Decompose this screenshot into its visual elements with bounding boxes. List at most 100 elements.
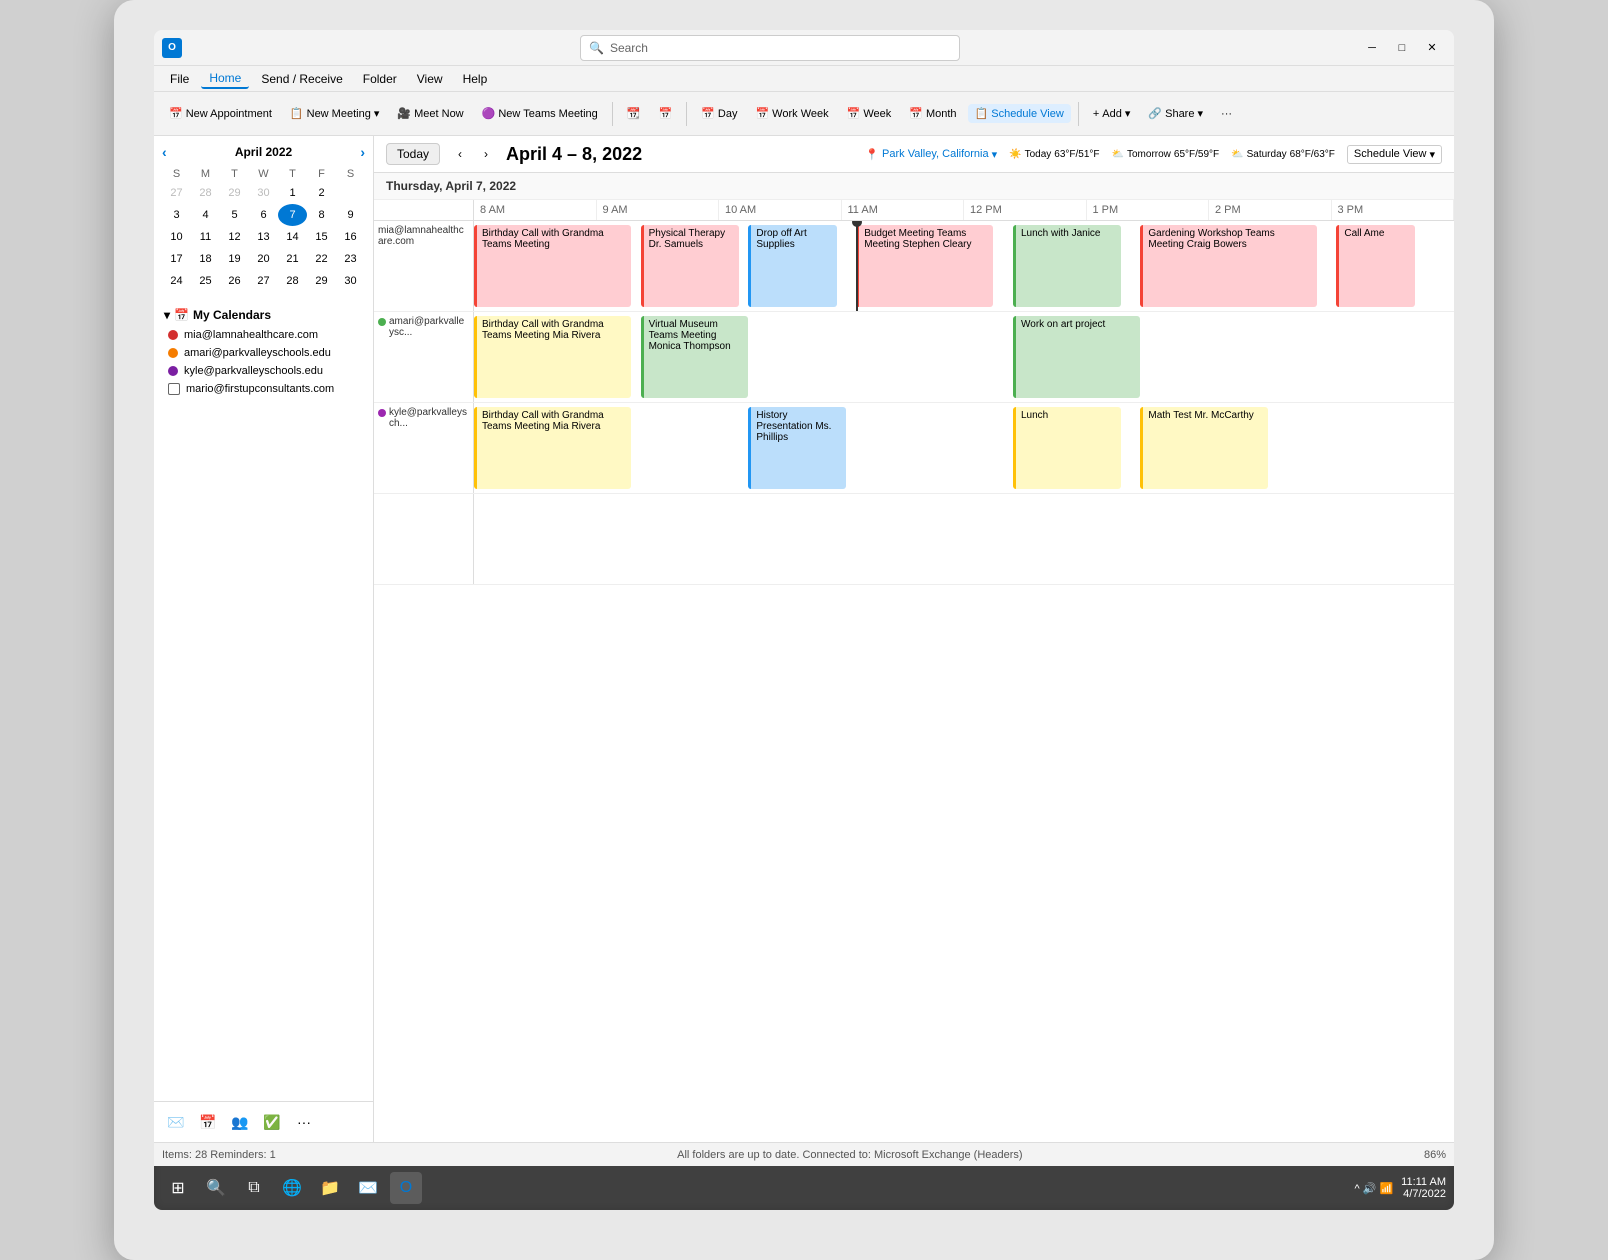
mini-cal-day[interactable]: 21: [278, 248, 307, 270]
menu-home[interactable]: Home: [201, 69, 249, 89]
nav-more-button[interactable]: ···: [290, 1108, 318, 1136]
mini-cal-day[interactable]: 1: [278, 182, 307, 204]
mini-cal-day[interactable]: 18: [191, 248, 220, 270]
edge-button[interactable]: 🌐: [276, 1172, 308, 1204]
my-calendars-header[interactable]: ▾ 📅 My Calendars: [162, 304, 365, 326]
mini-cal-day[interactable]: 5: [220, 204, 249, 226]
mail-taskbar-button[interactable]: ✉️: [352, 1172, 384, 1204]
meet-now-button[interactable]: 🎥 Meet Now: [390, 104, 470, 123]
event-block[interactable]: Birthday Call with Grandma Teams Meeting…: [474, 316, 631, 398]
share-button[interactable]: 🔗 Share ▾: [1141, 104, 1210, 123]
mini-cal-day[interactable]: 28: [191, 182, 220, 204]
mini-cal-day[interactable]: 8: [307, 204, 336, 226]
mini-cal-day[interactable]: 15: [307, 226, 336, 248]
mini-cal-day[interactable]: 7: [278, 204, 307, 226]
mini-cal-day[interactable]: 27: [162, 182, 191, 204]
minimize-button[interactable]: ─: [1358, 37, 1386, 59]
calendar-checkbox[interactable]: [168, 383, 180, 395]
event-block[interactable]: Drop off Art Supplies: [748, 225, 836, 307]
event-block[interactable]: Math Test Mr. McCarthy: [1140, 407, 1267, 489]
mini-cal-day[interactable]: 28: [278, 270, 307, 292]
calendar-item[interactable]: amari@parkvalleyschools.edu: [162, 344, 365, 362]
calendar-item[interactable]: mia@lamnahealthcare.com: [162, 326, 365, 344]
event-block[interactable]: History Presentation Ms. Phillips: [748, 407, 846, 489]
mini-cal-day[interactable]: 29: [307, 270, 336, 292]
mini-cal-day[interactable]: 10: [162, 226, 191, 248]
day-view-button[interactable]: 📅 Day: [694, 104, 744, 123]
mini-cal-day[interactable]: 25: [191, 270, 220, 292]
mini-cal-day[interactable]: 2: [307, 182, 336, 204]
file-explorer-button[interactable]: 📁: [314, 1172, 346, 1204]
new-appointment-button[interactable]: 📅 New Appointment: [162, 104, 279, 123]
event-block[interactable]: Gardening Workshop Teams Meeting Craig B…: [1140, 225, 1316, 307]
maximize-button[interactable]: □: [1388, 37, 1416, 59]
search-taskbar-button[interactable]: 🔍: [200, 1172, 232, 1204]
mini-cal-day[interactable]: 30: [249, 182, 278, 204]
event-block[interactable]: Lunch with Janice: [1013, 225, 1121, 307]
outlook-taskbar-button[interactable]: O: [390, 1172, 422, 1204]
event-block[interactable]: Virtual Museum Teams Meeting Monica Thom…: [641, 316, 749, 398]
event-block[interactable]: Physical Therapy Dr. Samuels: [641, 225, 739, 307]
start-button[interactable]: ⊞: [162, 1172, 194, 1204]
prev-period-button[interactable]: ‹: [448, 142, 472, 166]
mini-cal-day[interactable]: 22: [307, 248, 336, 270]
outlook-app-icon: O: [162, 38, 182, 58]
mini-cal-day[interactable]: 24: [162, 270, 191, 292]
event-block[interactable]: Lunch: [1013, 407, 1121, 489]
more-options-button[interactable]: ···: [1214, 105, 1239, 123]
menu-help[interactable]: Help: [455, 70, 496, 88]
mini-cal-day[interactable]: 3: [162, 204, 191, 226]
today-button[interactable]: Today: [386, 143, 440, 165]
mini-cal-day[interactable]: 26: [220, 270, 249, 292]
schedule-view-button[interactable]: 📋 Schedule View: [968, 104, 1071, 123]
mini-cal-day[interactable]: 16: [336, 226, 365, 248]
mini-cal-day[interactable]: 23: [336, 248, 365, 270]
event-block[interactable]: Work on art project: [1013, 316, 1140, 398]
open-calendar-button[interactable]: 📆: [620, 104, 648, 123]
nav-calendar-button[interactable]: 📅: [194, 1108, 222, 1136]
mini-cal-prev[interactable]: ‹: [162, 144, 167, 160]
location-button[interactable]: 📍 Park Valley, California ▾: [865, 148, 997, 161]
mini-cal-day[interactable]: 4: [191, 204, 220, 226]
event-block[interactable]: Call Ame: [1336, 225, 1414, 307]
mini-cal-next[interactable]: ›: [360, 144, 365, 160]
schedule-view-dropdown[interactable]: Schedule View ▾: [1347, 145, 1442, 164]
event-block[interactable]: Birthday Call with Grandma Teams Meeting: [474, 225, 631, 307]
weekday-t2: T: [278, 166, 307, 182]
menu-file[interactable]: File: [162, 70, 197, 88]
mini-cal-day[interactable]: 12: [220, 226, 249, 248]
nav-people-button[interactable]: 👥: [226, 1108, 254, 1136]
mini-cal-day[interactable]: 30: [336, 270, 365, 292]
menu-view[interactable]: View: [409, 70, 451, 88]
mini-cal-day[interactable]: 11: [191, 226, 220, 248]
month-button[interactable]: 📅 Month: [902, 104, 963, 123]
schedule-view[interactable]: Thursday, April 7, 2022 8 AM9 AM10 AM11 …: [374, 173, 1454, 1142]
work-week-button[interactable]: 📅 Work Week: [748, 104, 835, 123]
calendar-item[interactable]: kyle@parkvalleyschools.edu: [162, 362, 365, 380]
open-calendar2-button[interactable]: 📅: [652, 104, 680, 123]
nav-tasks-button[interactable]: ✅: [258, 1108, 286, 1136]
calendar-item[interactable]: mario@firstupconsultants.com: [162, 380, 365, 398]
mini-cal-day[interactable]: 20: [249, 248, 278, 270]
mini-cal-day[interactable]: 9: [336, 204, 365, 226]
new-meeting-button[interactable]: 📋 New Meeting ▾: [283, 104, 386, 123]
next-period-button[interactable]: ›: [474, 142, 498, 166]
nav-mail-button[interactable]: ✉️: [162, 1108, 190, 1136]
week-button[interactable]: 📅 Week: [840, 104, 899, 123]
close-button[interactable]: ✕: [1418, 37, 1446, 59]
event-block[interactable]: Budget Meeting Teams Meeting Stephen Cle…: [856, 225, 993, 307]
mini-cal-day[interactable]: 19: [220, 248, 249, 270]
new-teams-meeting-button[interactable]: 🟣 New Teams Meeting: [475, 104, 605, 123]
mini-cal-day[interactable]: 27: [249, 270, 278, 292]
mini-cal-day[interactable]: 14: [278, 226, 307, 248]
mini-cal-day[interactable]: 13: [249, 226, 278, 248]
add-button[interactable]: + Add ▾: [1086, 104, 1138, 123]
mini-cal-day[interactable]: 29: [220, 182, 249, 204]
mini-cal-day[interactable]: 17: [162, 248, 191, 270]
search-box[interactable]: 🔍 Search: [580, 35, 960, 61]
menu-send-receive[interactable]: Send / Receive: [253, 70, 350, 88]
mini-cal-day[interactable]: 6: [249, 204, 278, 226]
event-block[interactable]: Birthday Call with Grandma Teams Meeting…: [474, 407, 631, 489]
menu-folder[interactable]: Folder: [355, 70, 405, 88]
task-view-button[interactable]: ⧉: [238, 1172, 270, 1204]
